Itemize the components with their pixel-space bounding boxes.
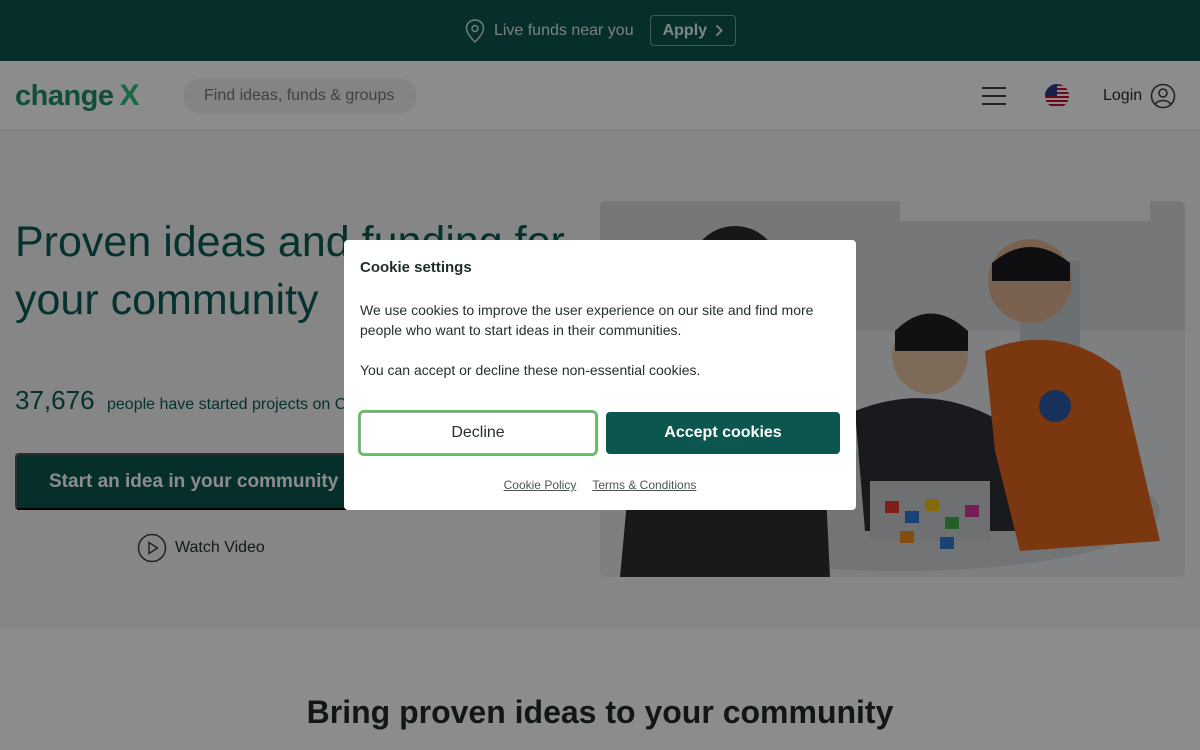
accept-cookies-button[interactable]: Accept cookies bbox=[606, 412, 840, 454]
cookie-policy-link[interactable]: Cookie Policy bbox=[504, 478, 577, 492]
decline-cookies-button[interactable]: Decline bbox=[360, 412, 596, 454]
cookie-links: Cookie Policy Terms & Conditions bbox=[344, 478, 856, 492]
terms-conditions-link[interactable]: Terms & Conditions bbox=[592, 478, 696, 492]
cookie-choice-text: You can accept or decline these non-esse… bbox=[360, 362, 701, 378]
cookie-description: We use cookies to improve the user exper… bbox=[360, 302, 814, 338]
cookie-settings-dialog: Cookie settings We use cookies to improv… bbox=[344, 240, 856, 510]
cookie-dialog-title: Cookie settings bbox=[360, 259, 472, 276]
